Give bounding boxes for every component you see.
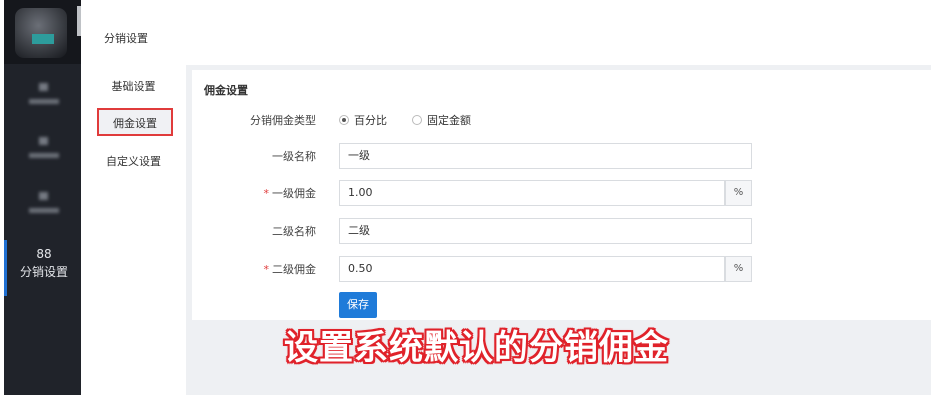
level1-commission-input[interactable]: 1.00	[339, 180, 725, 206]
sidebar-item-2[interactable]	[4, 128, 81, 172]
required-mark: *	[263, 263, 270, 276]
top-header: 分销设置	[81, 0, 931, 66]
logo-area	[4, 0, 81, 64]
sidebar-item-distribution[interactable]: 88 分销设置	[4, 240, 81, 296]
subnav-item-custom[interactable]: 自定义设置	[81, 153, 186, 169]
radio-checked-icon	[339, 115, 349, 125]
level1-name-label: 一级名称	[192, 148, 316, 164]
sidebar-item-label: 分销设置	[19, 265, 68, 279]
radio-fixed-amount[interactable]: 固定金额	[412, 112, 471, 128]
radio-label: 百分比	[354, 114, 387, 127]
grid-icon: 88	[36, 247, 52, 261]
page-title: 分销设置	[104, 32, 148, 45]
required-mark: *	[263, 187, 270, 200]
level1-name-input[interactable]: 一级	[339, 143, 752, 169]
level2-name-input[interactable]: 二级	[339, 218, 752, 244]
avatar	[15, 8, 67, 58]
settings-subnav: 基础设置 佣金设置 自定义设置	[81, 65, 187, 395]
overlay-caption: 设置系统默认的分销佣金	[284, 328, 669, 368]
section-title: 佣金设置	[204, 84, 248, 97]
level2-commission-label: * 二级佣金	[192, 261, 317, 277]
level2-commission-input[interactable]: 0.50	[339, 256, 725, 282]
main-sidebar: 88 分销设置	[4, 0, 81, 395]
label-text: 二级佣金	[272, 263, 316, 276]
commission-type-label: 分销佣金类型	[192, 112, 316, 128]
label-text: 一级佣金	[272, 187, 316, 200]
sidebar-item-3[interactable]	[4, 183, 81, 227]
percent-addon: %	[725, 256, 752, 282]
blurred-icon	[24, 188, 61, 220]
level2-name-label: 二级名称	[192, 223, 316, 239]
percent-addon: %	[725, 180, 752, 206]
commission-settings-panel: 佣金设置 分销佣金类型 百分比 固定金额 一级名称 一级 * 一级佣金 1.00 …	[192, 70, 931, 320]
subnav-item-basic[interactable]: 基础设置	[81, 78, 186, 94]
logo-mark	[32, 34, 54, 44]
radio-label: 固定金额	[427, 114, 471, 127]
save-button[interactable]: 保存	[339, 292, 377, 318]
radio-percentage[interactable]: 百分比	[339, 112, 387, 128]
radio-unchecked-icon	[412, 115, 422, 125]
label-text: 一级名称	[272, 150, 316, 163]
sidebar-item-1[interactable]	[4, 74, 81, 118]
blurred-icon	[24, 79, 61, 111]
subnav-item-commission[interactable]: 佣金设置	[97, 108, 173, 136]
blurred-icon	[24, 133, 61, 165]
level1-commission-label: * 一级佣金	[192, 185, 317, 201]
label-text: 分销佣金类型	[250, 114, 316, 127]
label-text: 二级名称	[272, 225, 316, 238]
